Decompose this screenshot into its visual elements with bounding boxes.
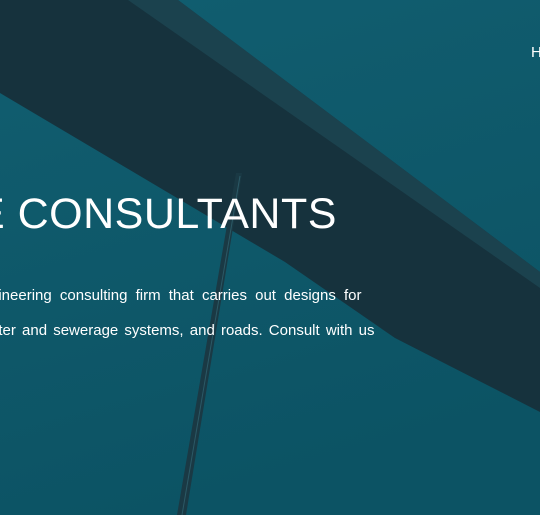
hero-description: gineering consulting firm that carries o…	[0, 278, 385, 348]
hero-title: E CONSULTANTS	[0, 190, 337, 238]
hero-section: H E CONSULTANTS gineering consulting fir…	[0, 0, 540, 515]
hero-background-image	[0, 0, 540, 515]
hero-description-line-1: gineering consulting firm that carries o…	[0, 287, 362, 304]
nav-link-home[interactable]: H	[531, 44, 540, 61]
hero-description-line-2: nter and sewerage systems, and roads. Co…	[0, 322, 375, 339]
